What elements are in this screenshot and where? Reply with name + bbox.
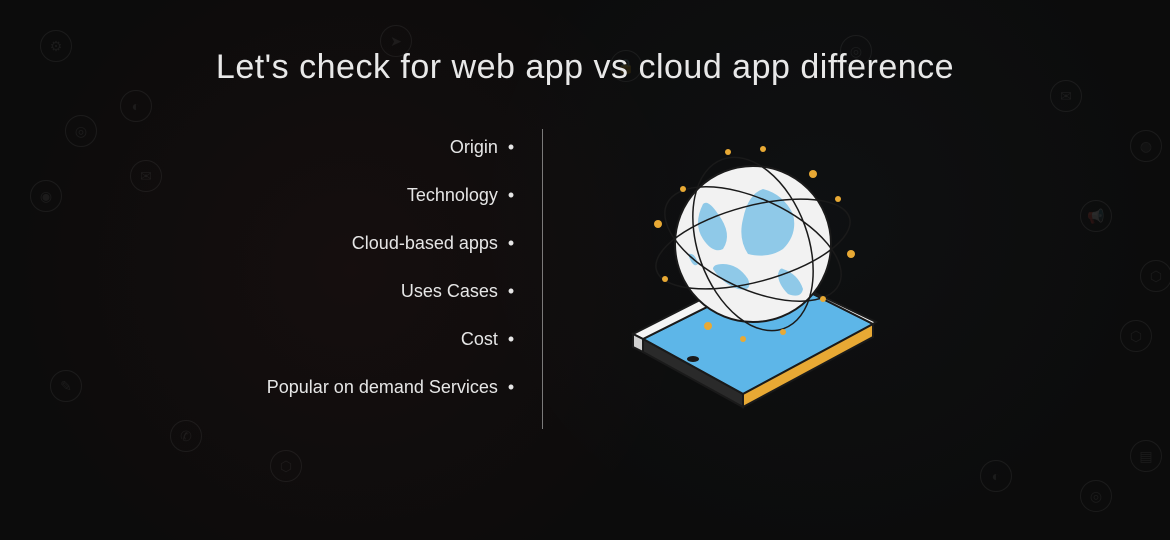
list-item: Uses Cases • [401, 281, 514, 302]
list-item: Cloud-based apps • [352, 233, 514, 254]
main-content-row: Origin•Technology•Cloud-based apps•Uses … [267, 129, 903, 429]
list-item: Technology • [407, 185, 514, 206]
page-title: Let's check for web app vs cloud app dif… [216, 48, 954, 87]
bullet-icon: • [508, 137, 514, 158]
list-item: Cost • [461, 329, 514, 350]
list-item-label: Popular on demand Services [267, 377, 498, 398]
bullet-icon: • [508, 377, 514, 398]
bullet-icon: • [508, 281, 514, 302]
illustration-column [543, 129, 903, 429]
list-item-label: Cloud-based apps [352, 233, 498, 254]
list-item: Popular on demand Services • [267, 377, 514, 398]
list-item-label: Cost [461, 329, 498, 350]
list-item-label: Technology [407, 185, 498, 206]
bullet-icon: • [508, 185, 514, 206]
globe-on-phone-illustration [603, 139, 903, 419]
topic-list: Origin•Technology•Cloud-based apps•Uses … [267, 129, 543, 429]
list-item: Origin • [450, 137, 514, 158]
bullet-icon: • [508, 329, 514, 350]
list-item-label: Origin [450, 137, 498, 158]
bullet-icon: • [508, 233, 514, 254]
list-item-label: Uses Cases [401, 281, 498, 302]
